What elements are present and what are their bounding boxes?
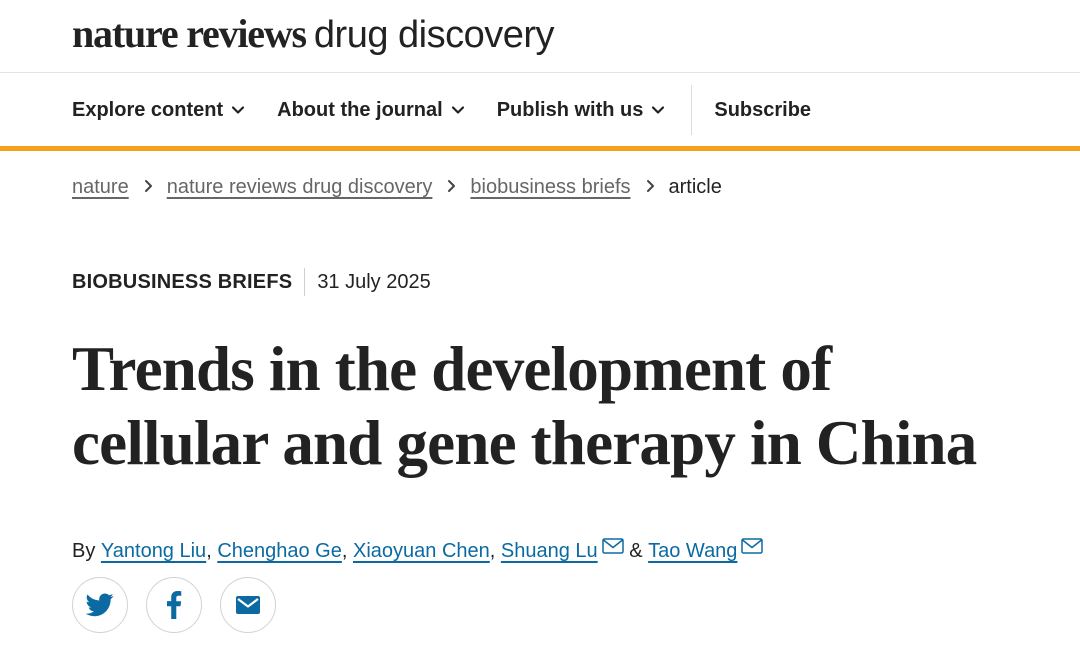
nav-label: About the journal bbox=[277, 98, 443, 121]
nav-explore-content[interactable]: Explore content bbox=[72, 99, 245, 122]
share-twitter-button[interactable] bbox=[72, 577, 128, 633]
subscribe-link[interactable]: Subscribe bbox=[714, 99, 811, 122]
header-divider bbox=[0, 72, 1080, 73]
article-title: Trends in the development of cellular an… bbox=[72, 332, 1032, 480]
envelope-icon[interactable] bbox=[741, 537, 764, 554]
chevron-down-icon bbox=[451, 106, 464, 114]
article-meta: BIOBUSINESS BRIEFS 31 July 2025 bbox=[72, 268, 431, 296]
facebook-icon bbox=[167, 591, 182, 619]
title-line: Trends in the development of bbox=[72, 334, 832, 404]
chevron-down-icon bbox=[232, 106, 245, 114]
email-icon bbox=[236, 596, 260, 614]
logo-journal-name: drug discovery bbox=[313, 14, 555, 56]
breadcrumb-nature[interactable]: nature bbox=[72, 176, 129, 199]
accent-bar bbox=[0, 146, 1080, 151]
breadcrumb-section[interactable]: biobusiness briefs bbox=[470, 176, 630, 199]
author-link[interactable]: Chenghao Ge bbox=[217, 540, 342, 563]
nav-divider bbox=[691, 85, 693, 135]
breadcrumb-journal[interactable]: nature reviews drug discovery bbox=[167, 176, 433, 199]
share-buttons bbox=[72, 577, 294, 633]
article-section-label: BIOBUSINESS BRIEFS bbox=[72, 270, 293, 293]
by-label: By bbox=[72, 540, 96, 562]
author-list: By Yantong Liu, Chenghao Ge, Xiaoyuan Ch… bbox=[72, 537, 764, 563]
author-link[interactable]: Shuang Lu bbox=[501, 540, 598, 563]
main-navigation: Explore content About the journal Publis… bbox=[72, 84, 811, 136]
publication-date: 31 July 2025 bbox=[317, 270, 431, 293]
nav-publish-with-us[interactable]: Publish with us bbox=[497, 99, 666, 122]
author-link[interactable]: Xiaoyuan Chen bbox=[353, 540, 490, 563]
meta-divider bbox=[304, 268, 306, 296]
author-link[interactable]: Tao Wang bbox=[648, 540, 737, 563]
chevron-down-icon bbox=[652, 106, 665, 114]
chevron-right-icon bbox=[645, 177, 655, 198]
chevron-right-icon bbox=[446, 177, 456, 198]
nav-label: Publish with us bbox=[496, 98, 644, 121]
share-facebook-button[interactable] bbox=[146, 577, 202, 633]
breadcrumb-current: article bbox=[668, 176, 722, 198]
envelope-icon[interactable] bbox=[601, 537, 624, 554]
and-label: & bbox=[629, 540, 643, 562]
nav-label: Explore content bbox=[72, 98, 224, 121]
author-link[interactable]: Yantong Liu bbox=[101, 540, 206, 563]
title-line: cellular and gene therapy in China bbox=[72, 408, 977, 478]
share-email-button[interactable] bbox=[220, 577, 276, 633]
twitter-icon bbox=[86, 593, 114, 617]
site-logo[interactable]: nature reviews drug discovery bbox=[72, 10, 555, 66]
chevron-right-icon bbox=[143, 177, 153, 198]
logo-nature-reviews: nature reviews bbox=[72, 11, 307, 56]
nav-about-journal[interactable]: About the journal bbox=[277, 99, 465, 122]
breadcrumb: nature nature reviews drug discovery bio… bbox=[72, 176, 722, 199]
